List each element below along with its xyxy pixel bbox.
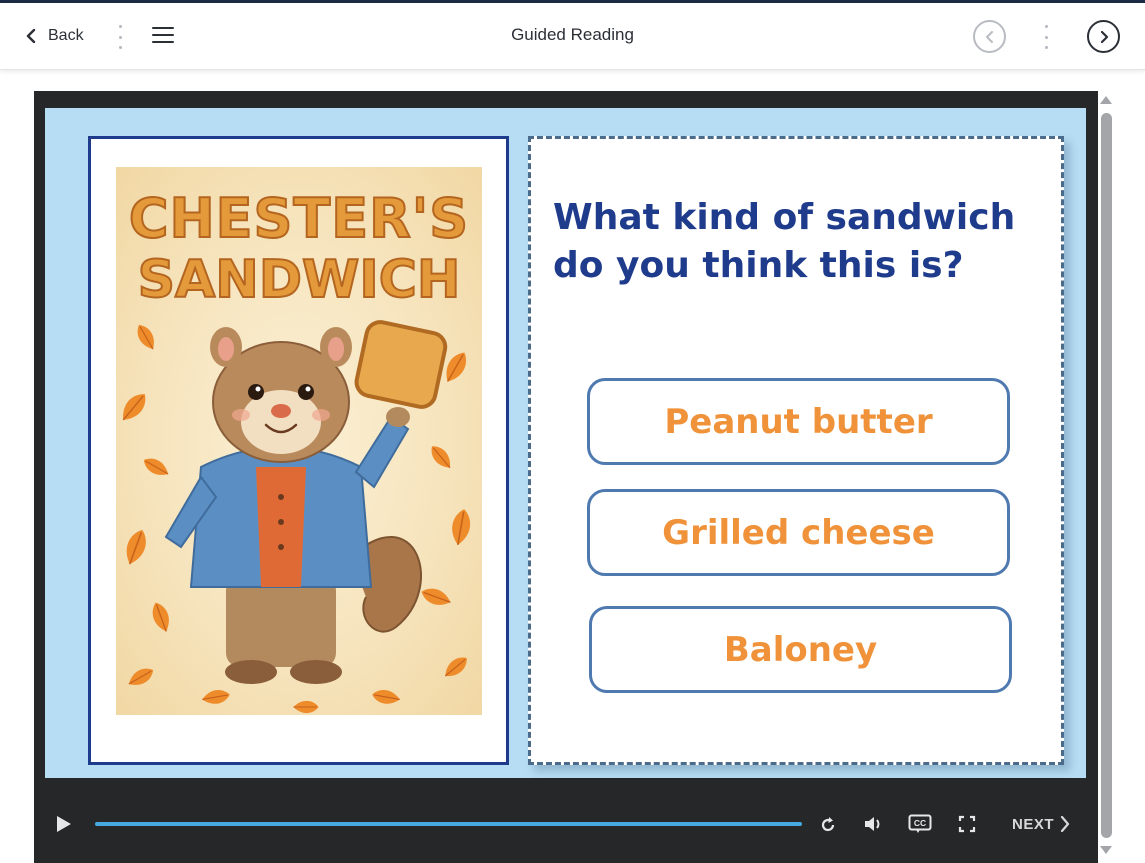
next-page-button[interactable] (1087, 20, 1120, 53)
previous-page-button[interactable] (973, 20, 1006, 53)
closed-captions-icon: CC (908, 814, 932, 833)
replay-icon (821, 817, 835, 832)
answer-option-grilled-cheese[interactable]: Grilled cheese (587, 489, 1010, 576)
volume-button[interactable] (862, 813, 886, 835)
cover-title-line2: SANDWICH (138, 250, 461, 310)
squirrel-illustration: CHESTER'S SANDWICH (116, 186, 474, 714)
scroll-up-arrow[interactable] (1100, 96, 1112, 104)
chevron-right-icon (1060, 816, 1070, 832)
lesson-stage: CHESTER'S SANDWICH What kind of sandwich… (45, 108, 1086, 778)
cover-title-line1: CHESTER'S (129, 187, 469, 250)
play-icon (57, 816, 71, 832)
next-label: NEXT (1012, 815, 1055, 833)
fullscreen-button[interactable] (956, 813, 978, 835)
volume-icon (865, 817, 880, 831)
scrollbar-thumb[interactable] (1101, 113, 1112, 838)
replay-button[interactable] (817, 814, 839, 836)
prev-circle-icon (985, 30, 993, 43)
progress-bar[interactable] (95, 822, 802, 826)
top-navbar: Back Guided Reading (0, 3, 1145, 70)
book-cover-frame: CHESTER'S SANDWICH (88, 136, 509, 765)
question-card: What kind of sandwich do you think this … (528, 136, 1064, 765)
question-text: What kind of sandwich do you think this … (553, 197, 1016, 286)
closed-captions-button[interactable]: CC (907, 812, 933, 836)
player-controls: CC NEXT (34, 799, 1098, 849)
fullscreen-icon (958, 815, 976, 833)
next-circle-icon (1100, 30, 1108, 43)
answer-option-baloney[interactable]: Baloney (589, 606, 1012, 693)
book-cover-image: CHESTER'S SANDWICH (116, 167, 482, 715)
divider-dots (1044, 25, 1048, 49)
next-button[interactable]: NEXT (1012, 814, 1070, 834)
answer-option-peanut-butter[interactable]: Peanut butter (587, 378, 1010, 465)
svg-text:CC: CC (914, 818, 926, 828)
scroll-down-arrow[interactable] (1100, 846, 1112, 854)
play-button[interactable] (53, 813, 75, 835)
lesson-player: CHESTER'S SANDWICH What kind of sandwich… (34, 91, 1098, 863)
